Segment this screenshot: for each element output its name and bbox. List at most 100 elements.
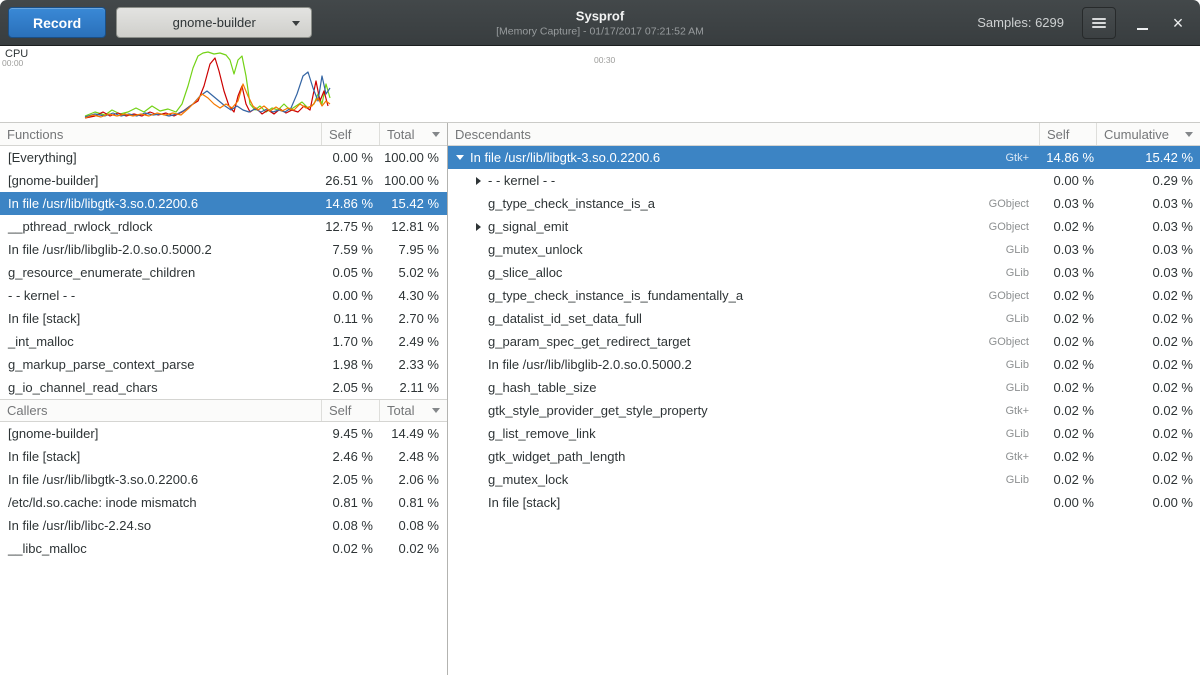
function-row[interactable]: _int_malloc1.70 %2.49 %: [0, 330, 447, 353]
self-value: 0.02 %: [1041, 219, 1101, 234]
descendant-row[interactable]: g_type_check_instance_is_fundamentally_a…: [448, 284, 1200, 307]
column-header-total[interactable]: Total: [380, 400, 447, 421]
total-value: 2.70 %: [380, 311, 447, 326]
descendant-row[interactable]: gtk_style_provider_get_style_propertyGtk…: [448, 399, 1200, 422]
library-label: GObject: [921, 198, 1041, 210]
function-name: g_resource_enumerate_children: [0, 265, 322, 280]
function-row[interactable]: - - kernel - -0.00 %4.30 %: [0, 284, 447, 307]
self-value: 0.00 %: [1041, 173, 1101, 188]
descendant-row[interactable]: In file /usr/lib/libgtk-3.so.0.2200.6Gtk…: [448, 146, 1200, 169]
self-value: 1.70 %: [322, 334, 380, 349]
column-header-cumulative[interactable]: Cumulative: [1097, 123, 1200, 145]
column-header-self[interactable]: Self: [322, 123, 380, 145]
cpu-timeline-graph[interactable]: CPU 00:00 00:30: [0, 46, 1200, 123]
function-name: __libc_malloc: [0, 541, 322, 556]
descendant-row[interactable]: g_param_spec_get_redirect_targetGObject0…: [448, 330, 1200, 353]
function-row[interactable]: g_resource_enumerate_children0.05 %5.02 …: [0, 261, 447, 284]
function-name: In file /usr/lib/libc-2.24.so: [0, 518, 322, 533]
record-button[interactable]: Record: [8, 7, 106, 38]
descendant-row[interactable]: g_mutex_unlockGLib0.03 %0.03 %: [448, 238, 1200, 261]
self-value: 0.02 %: [1041, 472, 1101, 487]
self-value: 2.05 %: [322, 380, 380, 395]
time-tick-mid: 00:30: [594, 55, 615, 65]
descendant-row[interactable]: In file /usr/lib/libglib-2.0.so.0.5000.2…: [448, 353, 1200, 376]
column-header-functions[interactable]: Functions: [0, 123, 322, 145]
total-value: 2.11 %: [380, 380, 447, 395]
expander-closed-icon[interactable]: [470, 223, 486, 231]
function-row[interactable]: __pthread_rwlock_rdlock12.75 %12.81 %: [0, 215, 447, 238]
self-value: 0.00 %: [322, 150, 380, 165]
cpu-line-orange: [85, 84, 330, 118]
descendant-name: - - kernel - -: [486, 173, 921, 188]
column-header-descendants[interactable]: Descendants: [448, 123, 1040, 145]
library-label: GLib: [921, 313, 1041, 325]
self-value: 0.02 %: [322, 541, 380, 556]
descendant-row[interactable]: g_list_remove_linkGLib0.02 %0.02 %: [448, 422, 1200, 445]
cumulative-value: 0.02 %: [1101, 357, 1200, 372]
caller-row[interactable]: In file [stack]2.46 %2.48 %: [0, 445, 447, 468]
descendants-table-header: Descendants Self Cumulative: [448, 123, 1200, 146]
window-subtitle: [Memory Capture] - 01/17/2017 07:21:52 A…: [496, 25, 704, 37]
descendant-name: g_mutex_unlock: [486, 242, 921, 257]
descendant-row[interactable]: g_mutex_lockGLib0.02 %0.02 %: [448, 468, 1200, 491]
column-header-callers[interactable]: Callers: [0, 400, 322, 421]
caller-row[interactable]: In file /usr/lib/libgtk-3.so.0.2200.62.0…: [0, 468, 447, 491]
caller-row[interactable]: __libc_malloc0.02 %0.02 %: [0, 537, 447, 560]
descendants-pane: Descendants Self Cumulative In file /usr…: [448, 123, 1200, 675]
descendant-row[interactable]: gtk_widget_path_lengthGtk+0.02 %0.02 %: [448, 445, 1200, 468]
descendant-row[interactable]: - - kernel - -0.00 %0.29 %: [448, 169, 1200, 192]
menu-button[interactable]: [1082, 7, 1116, 39]
descendant-row[interactable]: g_slice_allocGLib0.03 %0.03 %: [448, 261, 1200, 284]
descendant-row[interactable]: g_datalist_id_set_data_fullGLib0.02 %0.0…: [448, 307, 1200, 330]
column-label: Cumulative: [1104, 127, 1169, 142]
cumulative-value: 0.00 %: [1101, 495, 1200, 510]
descendant-row[interactable]: In file [stack]0.00 %0.00 %: [448, 491, 1200, 514]
total-value: 2.33 %: [380, 357, 447, 372]
close-button[interactable]: ×: [1164, 8, 1192, 38]
expander-closed-icon[interactable]: [470, 177, 486, 185]
library-label: GLib: [921, 267, 1041, 279]
function-name: [gnome-builder]: [0, 426, 322, 441]
sysprof-window: Record gnome-builder Sysprof [Memory Cap…: [0, 0, 1200, 675]
function-row[interactable]: In file /usr/lib/libglib-2.0.so.0.5000.2…: [0, 238, 447, 261]
expander-open-icon[interactable]: [452, 155, 468, 160]
function-row[interactable]: [gnome-builder]26.51 %100.00 %: [0, 169, 447, 192]
cumulative-value: 0.02 %: [1101, 449, 1200, 464]
total-value: 14.49 %: [380, 426, 447, 441]
function-row[interactable]: g_markup_parse_context_parse1.98 %2.33 %: [0, 353, 447, 376]
function-row[interactable]: In file /usr/lib/libgtk-3.so.0.2200.614.…: [0, 192, 447, 215]
self-value: 0.00 %: [322, 288, 380, 303]
total-value: 12.81 %: [380, 219, 447, 234]
function-row[interactable]: [Everything]0.00 %100.00 %: [0, 146, 447, 169]
process-selector-dropdown[interactable]: gnome-builder: [116, 7, 312, 38]
library-label: Gtk+: [921, 451, 1041, 463]
column-header-self[interactable]: Self: [322, 400, 380, 421]
function-row[interactable]: In file [stack]0.11 %2.70 %: [0, 307, 447, 330]
cumulative-value: 0.02 %: [1101, 311, 1200, 326]
column-header-self[interactable]: Self: [1040, 123, 1097, 145]
library-label: GLib: [921, 428, 1041, 440]
total-value: 5.02 %: [380, 265, 447, 280]
descendant-name: g_param_spec_get_redirect_target: [486, 334, 921, 349]
caller-row[interactable]: /etc/ld.so.cache: inode mismatch0.81 %0.…: [0, 491, 447, 514]
callers-table-header: Callers Self Total: [0, 399, 447, 422]
total-value: 2.49 %: [380, 334, 447, 349]
caller-row[interactable]: [gnome-builder]9.45 %14.49 %: [0, 422, 447, 445]
descendant-row[interactable]: g_type_check_instance_is_aGObject0.03 %0…: [448, 192, 1200, 215]
descendant-row[interactable]: g_hash_table_sizeGLib0.02 %0.02 %: [448, 376, 1200, 399]
total-value: 0.08 %: [380, 518, 447, 533]
column-header-total[interactable]: Total: [380, 123, 447, 145]
caller-row[interactable]: In file /usr/lib/libc-2.24.so0.08 %0.08 …: [0, 514, 447, 537]
header-bar: Record gnome-builder Sysprof [Memory Cap…: [0, 0, 1200, 46]
self-value: 0.02 %: [1041, 380, 1101, 395]
function-name: In file /usr/lib/libgtk-3.so.0.2200.6: [0, 472, 322, 487]
function-name: In file /usr/lib/libgtk-3.so.0.2200.6: [0, 196, 322, 211]
column-label: Callers: [7, 403, 47, 418]
hamburger-icon: [1092, 16, 1106, 30]
descendant-row[interactable]: g_signal_emitGObject0.02 %0.03 %: [448, 215, 1200, 238]
time-tick-start: 00:00: [2, 58, 23, 68]
function-row[interactable]: g_io_channel_read_chars2.05 %2.11 %: [0, 376, 447, 399]
minimize-button[interactable]: [1130, 8, 1154, 38]
descendant-name: In file [stack]: [486, 495, 921, 510]
column-label: Functions: [7, 127, 63, 142]
